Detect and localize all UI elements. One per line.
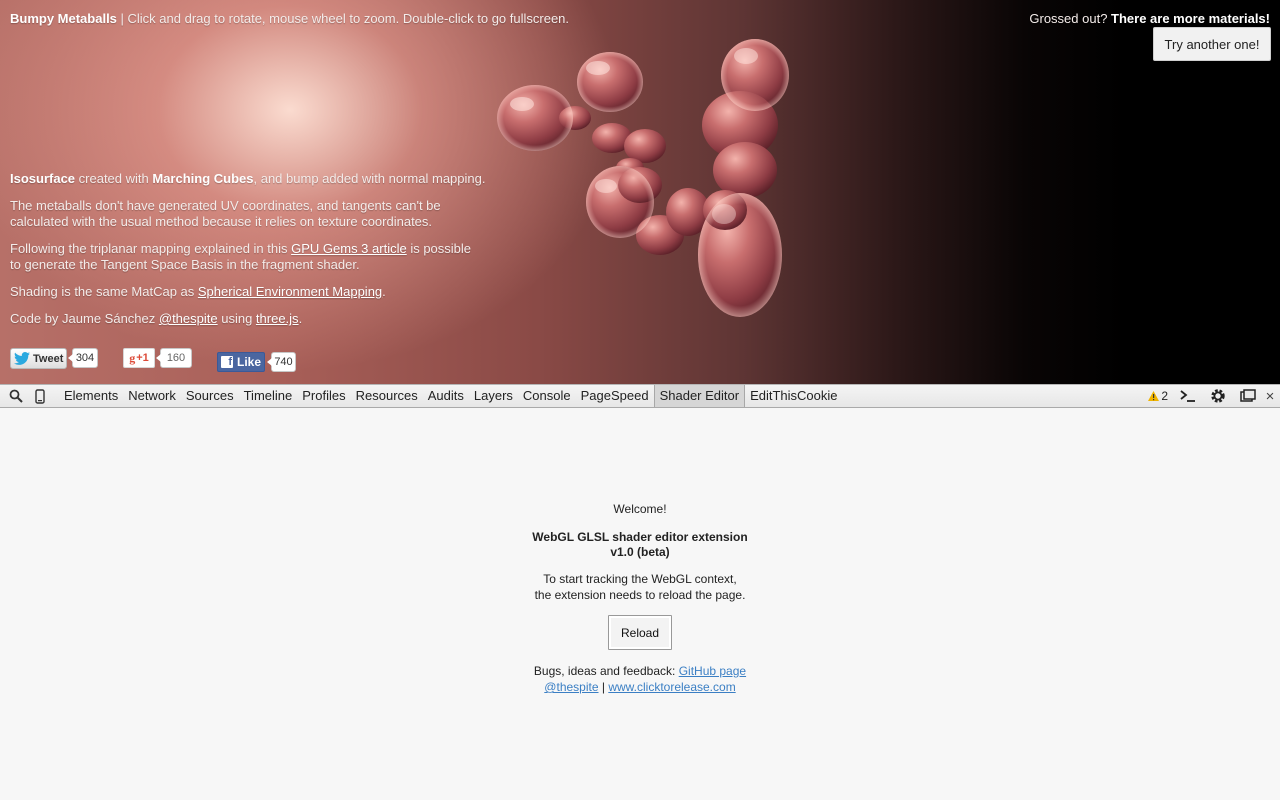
info-text: created with [75,171,153,186]
facebook-like-button[interactable]: f Like [217,352,265,372]
tab-network[interactable]: Network [123,385,181,407]
webgl-demo-page[interactable]: Bumpy Metaballs | Click and drag to rota… [0,0,1280,384]
isosurface-label: Isosurface [10,171,76,186]
sem-link[interactable]: Spherical Environment Mapping [198,284,382,299]
extension-title: WebGL GLSL shader editor extension v1.0 … [0,530,1280,560]
grossed-out-label: Grossed out? [1029,11,1112,26]
inspect-search-icon[interactable] [4,385,28,407]
tab-sources[interactable]: Sources [181,385,239,407]
close-devtools-icon[interactable]: × [1260,385,1280,407]
demo-title-line: Bumpy Metaballs | Click and drag to rota… [10,11,569,27]
tab-timeline[interactable]: Timeline [239,385,298,407]
feedback-label: Bugs, ideas and feedback: [533,664,679,678]
info-text: is possible [406,241,472,256]
threejs-link[interactable]: three.js [256,311,299,326]
devtools-toolbar: Elements Network Sources Timeline Profil… [0,384,1280,408]
info-paragraph-shading: Shading is the same MatCap as Spherical … [10,284,510,300]
info-text: to generate the Tangent Space Basis in t… [10,257,360,272]
google-plus-icon: g [129,350,136,365]
welcome-text: Welcome! [613,502,667,516]
thespite-twitter-link[interactable]: @thespite [544,680,598,694]
settings-gear-icon[interactable] [1206,385,1230,407]
extension-title-line1: WebGL GLSL shader editor extension [532,530,748,544]
dock-side-icon[interactable] [1236,385,1260,407]
info-paragraph-isosurface: Isosurface created with Marching Cubes, … [10,171,510,187]
info-paragraph-credits: Code by Jaume Sánchez @thespite using th… [10,311,510,327]
marching-cubes-label: Marching Cubes [152,171,254,186]
tab-console[interactable]: Console [518,385,576,407]
info-text: , and bump added with normal mapping. [253,171,486,186]
tweet-label: Tweet [33,352,64,365]
tab-pagespeed[interactable]: PageSpeed [576,385,654,407]
thespite-link[interactable]: @thespite [159,311,218,326]
info-paragraph-triplanar: Following the triplanar mapping explaine… [10,241,510,273]
tab-audits[interactable]: Audits [423,385,469,407]
info-text: calculated with the usual method because… [10,214,433,229]
info-text: Code by Jaume Sánchez [10,311,159,326]
tab-editthiscookie[interactable]: EditThisCookie [745,385,842,407]
info-text: The metaballs don't have generated UV co… [10,198,441,213]
extension-description: To start tracking the WebGL context, the… [0,571,1280,603]
warning-icon [1148,391,1160,401]
console-drawer-icon[interactable] [1176,385,1200,407]
github-page-link[interactable]: GitHub page [679,664,746,678]
feedback-block: Bugs, ideas and feedback: GitHub page @t… [0,663,1280,695]
tab-profiles[interactable]: Profiles [297,385,350,407]
google-plus-button[interactable]: g +1 [123,348,155,368]
like-count: 740 [267,352,296,372]
tab-layers[interactable]: Layers [469,385,518,407]
info-text: using [217,311,256,326]
warning-count: 2 [1161,389,1168,403]
tab-elements[interactable]: Elements [59,385,123,407]
reload-button[interactable]: Reload [608,615,672,650]
link-separator: | [598,680,609,694]
info-text: . [298,311,303,326]
tab-shader-editor[interactable]: Shader Editor [653,385,746,407]
warnings-counter[interactable]: 2 [1148,389,1168,403]
info-block: Isosurface created with Marching Cubes, … [10,171,510,338]
more-materials-label: There are more materials! [1111,11,1270,26]
metaball-cluster [497,39,789,317]
tweet-count: 304 [68,348,98,368]
twitter-bird-icon [14,352,30,365]
device-mode-icon[interactable] [28,385,52,407]
gplus-label: +1 [136,352,149,364]
devtools-tabs: Elements Network Sources Timeline Profil… [59,385,843,407]
facebook-icon: f [221,356,233,368]
demo-title: Bumpy Metaballs [10,11,117,26]
info-paragraph-uv: The metaballs don't have generated UV co… [10,198,510,230]
description-line1: To start tracking the WebGL context, [543,572,737,586]
more-materials-text: Grossed out? There are more materials! [1029,11,1270,27]
info-text: Shading is the same MatCap as [10,284,198,299]
tab-resources[interactable]: Resources [351,385,423,407]
extension-version: v1.0 (beta) [610,545,670,559]
gplus-count: 160 [156,348,192,368]
description-line2: the extension needs to reload the page. [534,588,746,602]
info-text: . [382,284,386,299]
clicktorelease-link[interactable]: www.clicktorelease.com [608,680,735,694]
demo-instructions: | Click and drag to rotate, mouse wheel … [116,11,570,26]
info-text: Following the triplanar mapping explaine… [10,241,292,256]
try-another-button[interactable]: Try another one! [1153,27,1271,61]
gpu-gems-link[interactable]: GPU Gems 3 article [291,241,407,256]
shader-editor-panel: Welcome! WebGL GLSL shader editor extens… [0,408,1280,800]
like-label: Like [237,355,262,369]
devtools-right-controls: 2 × [1148,385,1280,407]
tweet-button[interactable]: Tweet [10,348,67,369]
